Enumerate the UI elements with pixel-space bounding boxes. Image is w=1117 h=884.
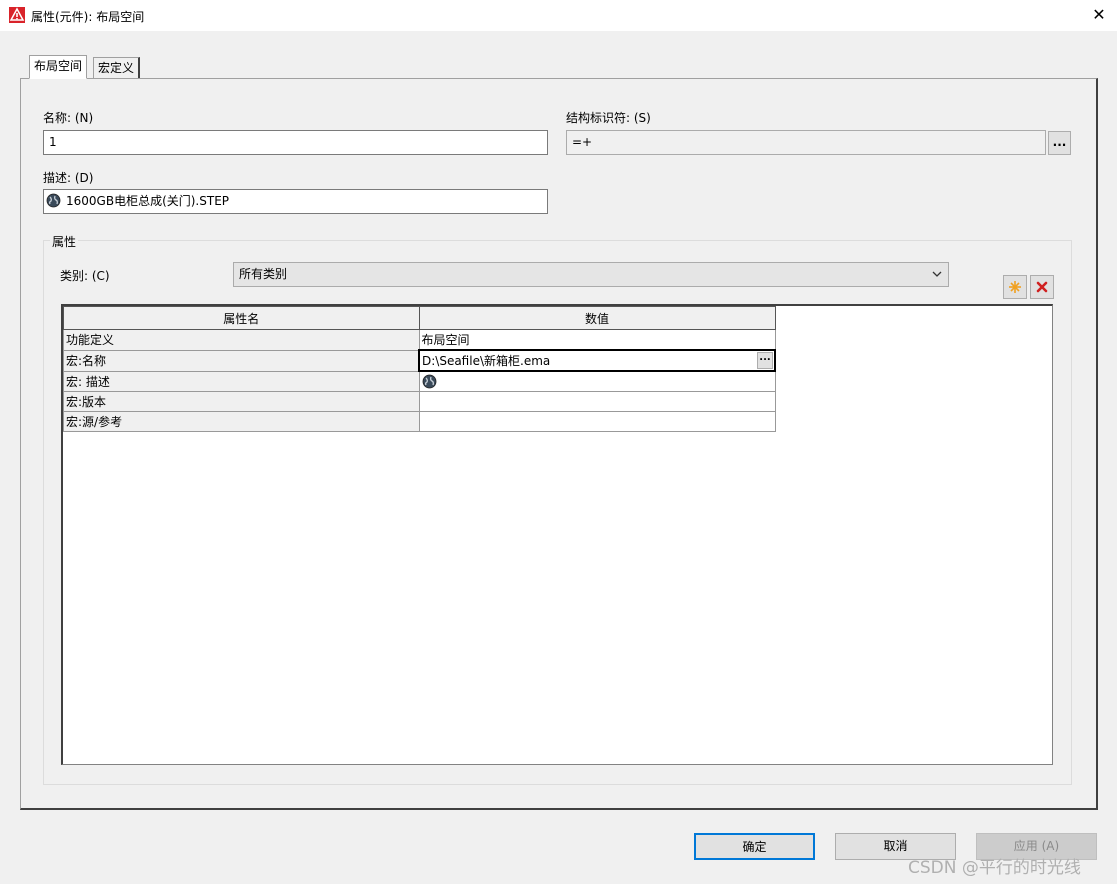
property-name: 宏:名称 bbox=[63, 349, 420, 372]
property-table: 属性名 数值 功能定义 布局空间 宏:名称 D:\Seafile\新箱柜.ema… bbox=[63, 306, 776, 432]
category-select[interactable]: 所有类别 bbox=[233, 262, 949, 287]
table-row[interactable]: 宏:名称 D:\Seafile\新箱柜.ema ... bbox=[63, 349, 776, 372]
desc-label: 描述: (D) bbox=[43, 171, 94, 185]
tab-macro-definition[interactable]: 宏定义 bbox=[93, 57, 141, 79]
property-value[interactable] bbox=[418, 391, 776, 412]
table-row[interactable]: 宏:版本 bbox=[63, 391, 776, 412]
property-value: D:\Seafile\新箱柜.ema bbox=[422, 354, 551, 368]
title-bar: 属性(元件): 布局空间 ✕ bbox=[0, 0, 1117, 31]
table-row[interactable]: 宏: 描述 bbox=[63, 370, 776, 392]
desc-input[interactable]: 1600GB电柜总成(关门).STEP bbox=[43, 189, 548, 214]
window-title: 属性(元件): 布局空间 bbox=[31, 10, 145, 24]
globe-icon bbox=[422, 374, 436, 389]
desc-value: 1600GB电柜总成(关门).STEP bbox=[66, 194, 230, 208]
delete-property-button[interactable] bbox=[1030, 275, 1054, 299]
table-row[interactable]: 功能定义 布局空间 bbox=[63, 329, 776, 351]
tab-layout-space[interactable]: 布局空间 bbox=[29, 55, 88, 79]
table-row[interactable]: 宏:源/参考 bbox=[63, 411, 776, 432]
struct-label: 结构标识符: (S) bbox=[566, 111, 651, 125]
property-name: 宏: 描述 bbox=[63, 370, 420, 392]
star-icon bbox=[1009, 281, 1021, 293]
property-value[interactable] bbox=[418, 411, 776, 432]
properties-group-title: 属性 bbox=[50, 233, 79, 250]
name-label: 名称: (N) bbox=[43, 111, 94, 125]
property-name: 功能定义 bbox=[63, 329, 420, 351]
property-name: 宏:版本 bbox=[63, 391, 420, 412]
struct-input[interactable]: =+ bbox=[566, 130, 1046, 155]
category-label: 类别: (C) bbox=[60, 269, 110, 283]
chevron-down-icon bbox=[932, 271, 942, 277]
delete-x-icon bbox=[1036, 281, 1048, 293]
property-name: 宏:源/参考 bbox=[63, 411, 420, 432]
property-grid: 属性名 数值 功能定义 布局空间 宏:名称 D:\Seafile\新箱柜.ema… bbox=[61, 304, 1053, 765]
new-property-button[interactable] bbox=[1003, 275, 1027, 299]
property-value[interactable]: 布局空间 bbox=[418, 329, 776, 351]
table-header-row: 属性名 数值 bbox=[63, 306, 776, 330]
name-input[interactable]: 1 bbox=[43, 130, 548, 155]
app-icon bbox=[9, 7, 25, 23]
property-value[interactable] bbox=[418, 370, 776, 392]
column-header-name[interactable]: 属性名 bbox=[63, 306, 420, 330]
close-icon[interactable]: ✕ bbox=[1088, 4, 1110, 26]
struct-browse-button[interactable]: ... bbox=[1048, 131, 1071, 155]
column-header-value[interactable]: 数值 bbox=[418, 306, 776, 330]
cell-browse-button[interactable]: ... bbox=[757, 352, 773, 369]
ok-button[interactable]: 确定 bbox=[694, 833, 815, 860]
property-value-editor[interactable]: D:\Seafile\新箱柜.ema ... bbox=[418, 349, 776, 372]
watermark: CSDN @平行的时光线 bbox=[908, 858, 1081, 878]
globe-icon bbox=[46, 193, 61, 208]
category-value: 所有类别 bbox=[239, 267, 288, 281]
